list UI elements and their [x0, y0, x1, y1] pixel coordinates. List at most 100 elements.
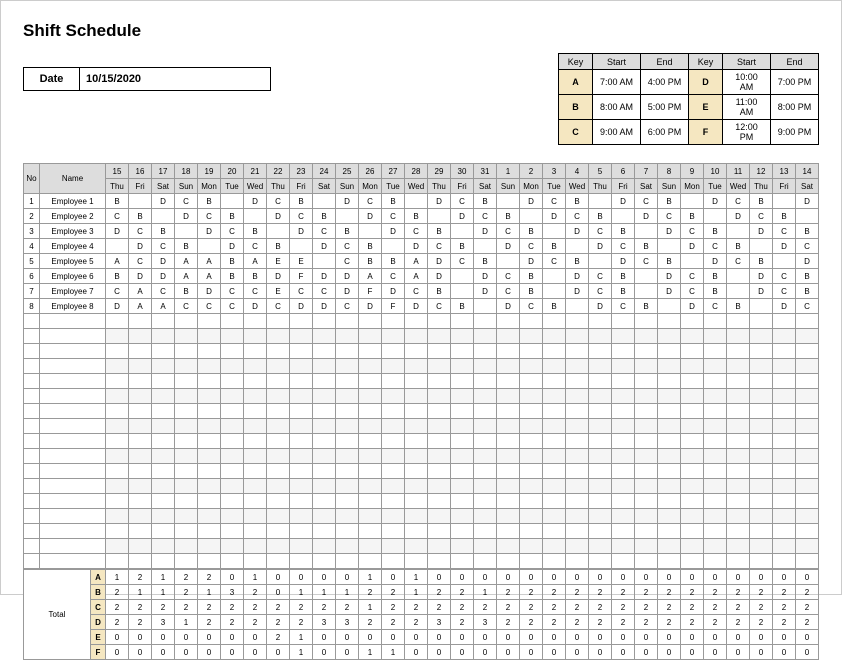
shift-cell[interactable] [474, 239, 497, 254]
empty-cell[interactable] [175, 479, 198, 494]
shift-cell[interactable]: D [750, 224, 773, 239]
empty-cell[interactable] [796, 419, 819, 434]
empty-cell[interactable] [451, 494, 474, 509]
empty-cell[interactable] [24, 359, 40, 374]
empty-cell[interactable] [106, 374, 129, 389]
shift-cell[interactable]: D [336, 269, 359, 284]
shift-cell[interactable]: C [474, 209, 497, 224]
empty-cell[interactable] [336, 374, 359, 389]
empty-cell[interactable] [520, 404, 543, 419]
empty-cell[interactable] [24, 509, 40, 524]
shift-cell[interactable]: D [589, 299, 612, 314]
shift-cell[interactable]: C [681, 224, 704, 239]
shift-cell[interactable]: D [704, 254, 727, 269]
empty-cell[interactable] [313, 404, 336, 419]
empty-cell[interactable] [566, 419, 589, 434]
shift-cell[interactable]: C [635, 194, 658, 209]
shift-cell[interactable] [543, 284, 566, 299]
empty-cell[interactable] [267, 329, 290, 344]
empty-cell[interactable] [175, 344, 198, 359]
empty-cell[interactable] [244, 389, 267, 404]
empty-cell[interactable] [336, 434, 359, 449]
shift-cell[interactable] [658, 239, 681, 254]
empty-cell[interactable] [566, 509, 589, 524]
empty-cell[interactable] [520, 479, 543, 494]
empty-cell[interactable] [497, 344, 520, 359]
empty-cell[interactable] [635, 404, 658, 419]
shift-cell[interactable]: C [589, 269, 612, 284]
empty-cell[interactable] [336, 314, 359, 329]
empty-cell[interactable] [129, 449, 152, 464]
empty-cell[interactable] [267, 509, 290, 524]
empty-cell[interactable] [474, 479, 497, 494]
empty-cell[interactable] [451, 329, 474, 344]
empty-cell[interactable] [24, 314, 40, 329]
empty-cell[interactable] [474, 434, 497, 449]
shift-cell[interactable]: D [727, 209, 750, 224]
shift-cell[interactable]: C [451, 194, 474, 209]
shift-cell[interactable]: B [520, 269, 543, 284]
empty-cell[interactable] [796, 434, 819, 449]
empty-cell[interactable] [129, 509, 152, 524]
empty-cell[interactable] [543, 434, 566, 449]
shift-cell[interactable]: B [474, 194, 497, 209]
empty-cell[interactable] [727, 434, 750, 449]
empty-cell[interactable] [359, 419, 382, 434]
empty-cell[interactable] [773, 464, 796, 479]
empty-cell[interactable] [359, 524, 382, 539]
empty-cell[interactable] [244, 344, 267, 359]
empty-cell[interactable] [451, 404, 474, 419]
empty-cell[interactable] [750, 344, 773, 359]
empty-cell[interactable] [175, 329, 198, 344]
empty-cell[interactable] [727, 359, 750, 374]
shift-cell[interactable]: B [382, 254, 405, 269]
empty-cell[interactable] [244, 554, 267, 569]
shift-cell[interactable] [543, 269, 566, 284]
shift-cell[interactable]: C [681, 269, 704, 284]
empty-cell[interactable] [313, 389, 336, 404]
empty-cell[interactable] [750, 389, 773, 404]
shift-cell[interactable]: A [106, 254, 129, 269]
empty-cell[interactable] [497, 449, 520, 464]
empty-cell[interactable] [727, 539, 750, 554]
shift-cell[interactable]: D [681, 299, 704, 314]
shift-cell[interactable]: C [543, 194, 566, 209]
empty-cell[interactable] [290, 554, 313, 569]
shift-cell[interactable]: A [405, 269, 428, 284]
empty-cell[interactable] [773, 359, 796, 374]
empty-cell[interactable] [635, 359, 658, 374]
empty-cell[interactable] [658, 539, 681, 554]
empty-cell[interactable] [175, 389, 198, 404]
empty-cell[interactable] [589, 464, 612, 479]
empty-cell[interactable] [704, 434, 727, 449]
empty-cell[interactable] [221, 554, 244, 569]
empty-cell[interactable] [658, 449, 681, 464]
empty-cell[interactable] [612, 449, 635, 464]
empty-cell[interactable] [451, 449, 474, 464]
empty-cell[interactable] [106, 434, 129, 449]
shift-cell[interactable]: C [336, 299, 359, 314]
empty-cell[interactable] [106, 449, 129, 464]
empty-cell[interactable] [359, 329, 382, 344]
empty-cell[interactable] [405, 479, 428, 494]
shift-cell[interactable] [681, 254, 704, 269]
shift-cell[interactable]: C [589, 284, 612, 299]
empty-cell[interactable] [267, 434, 290, 449]
empty-cell[interactable] [681, 434, 704, 449]
empty-cell[interactable] [474, 419, 497, 434]
shift-cell[interactable]: B [566, 194, 589, 209]
empty-cell[interactable] [106, 314, 129, 329]
shift-cell[interactable]: B [750, 194, 773, 209]
empty-cell[interactable] [40, 509, 106, 524]
shift-cell[interactable]: C [635, 254, 658, 269]
empty-cell[interactable] [589, 359, 612, 374]
empty-cell[interactable] [635, 374, 658, 389]
shift-cell[interactable] [175, 224, 198, 239]
empty-cell[interactable] [451, 509, 474, 524]
shift-cell[interactable]: B [244, 224, 267, 239]
empty-cell[interactable] [405, 494, 428, 509]
empty-cell[interactable] [40, 344, 106, 359]
shift-cell[interactable]: C [106, 209, 129, 224]
empty-cell[interactable] [635, 314, 658, 329]
shift-cell[interactable]: C [175, 194, 198, 209]
